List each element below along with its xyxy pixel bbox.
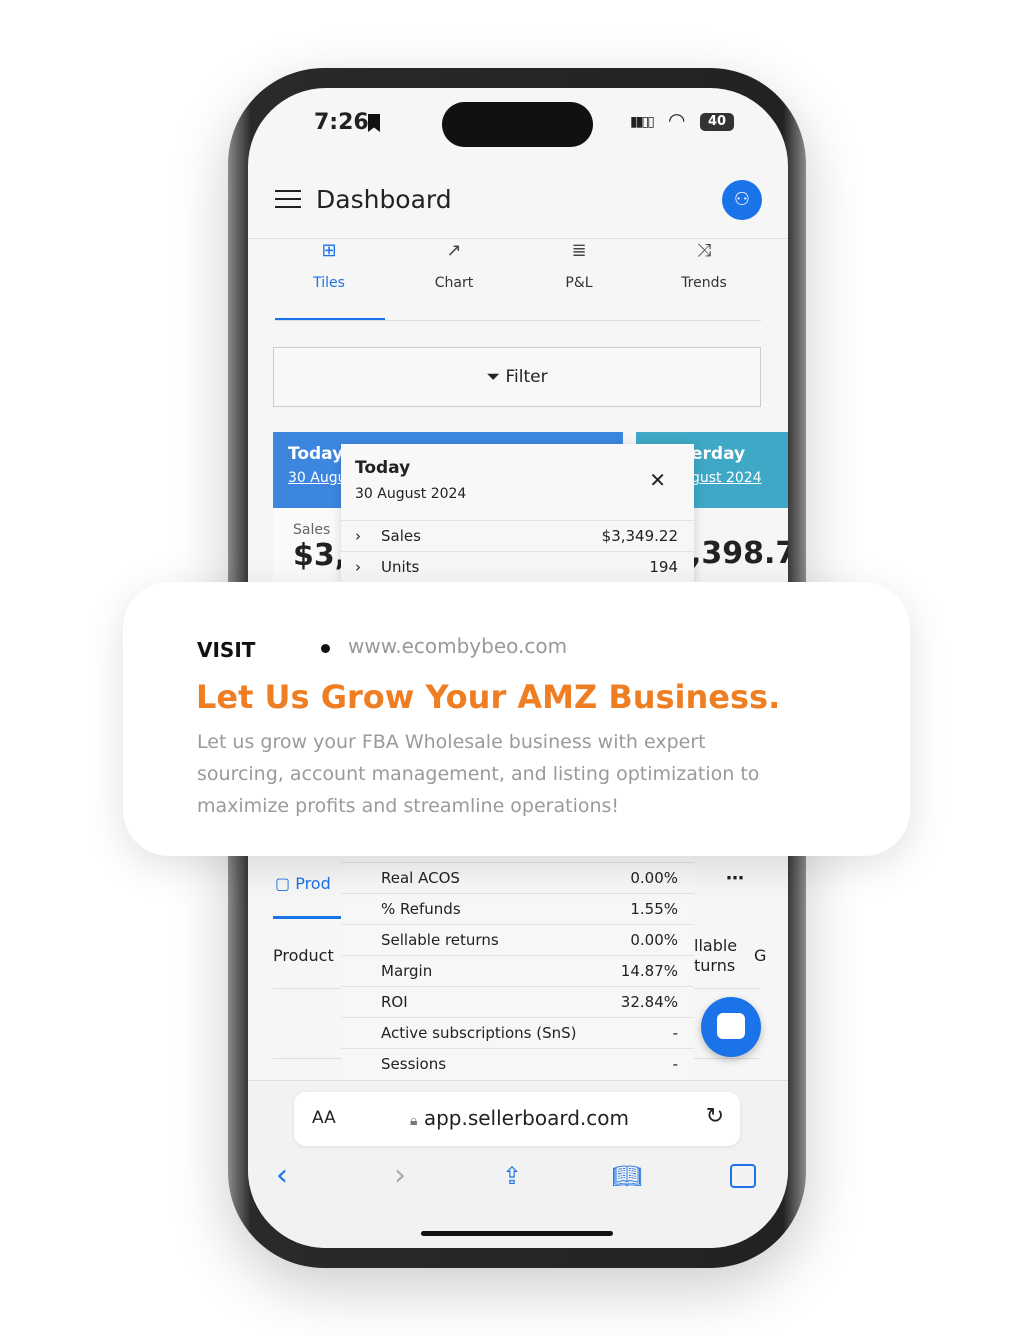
column-sellable-returns: llable turns <box>694 936 738 975</box>
bookmarks-icon[interactable]: 📖︎ <box>612 1162 642 1190</box>
user-avatar-button[interactable]: ⚇ <box>722 180 762 220</box>
row-label: ROI <box>381 993 408 1011</box>
chat-icon <box>717 1013 745 1039</box>
popup-row: Real ACOS 0.00% <box>341 862 694 893</box>
grid-icon: ⊞ <box>321 240 337 261</box>
popup-row: % Refunds 1.55% <box>341 893 694 924</box>
battery-icon: 40 <box>700 113 734 131</box>
more-icon[interactable]: ⋯ <box>726 868 744 889</box>
wifi-icon: ◠ <box>668 108 686 132</box>
website-link[interactable]: www.ecombybeo.com <box>348 634 567 658</box>
column-product: Product <box>273 946 334 965</box>
row-label: Real ACOS <box>381 869 460 887</box>
popup-row: ROI 32.84% <box>341 986 694 1017</box>
menu-icon[interactable] <box>275 190 301 208</box>
forward-icon[interactable]: › <box>394 1158 406 1193</box>
popup-row: Sellable returns 0.00% <box>341 924 694 955</box>
row-value: 1.55% <box>630 900 678 918</box>
row-label: Margin <box>381 962 433 980</box>
tab-trends[interactable]: ⤨ Trends <box>649 240 759 291</box>
lock-icon: 🔒︎ <box>410 1113 418 1129</box>
popup-row-sales[interactable]: › Sales $3,349.22 <box>341 520 694 551</box>
tab-pl[interactable]: ≣ P&L <box>524 240 634 291</box>
bullet-icon <box>321 644 330 653</box>
popup-row: Sessions - <box>341 1048 694 1079</box>
row-value: 14.87% <box>620 962 678 980</box>
promo-body: Let us grow your FBA Wholesale business … <box>197 731 760 817</box>
back-icon[interactable]: ‹ <box>276 1158 288 1193</box>
column-g: G <box>754 946 767 965</box>
promo-card: VISIT www.ecombybeo.com Let Us Grow Your… <box>123 582 910 856</box>
dynamic-island <box>442 102 593 147</box>
promo-headline: Let Us Grow Your AMZ Business. <box>196 678 781 716</box>
chat-button[interactable] <box>701 997 761 1057</box>
tabs-icon[interactable] <box>730 1164 756 1188</box>
row-value: - <box>672 1024 678 1042</box>
row-label: % Refunds <box>381 900 461 918</box>
address-bar[interactable]: AA 🔒︎ app.sellerboard.com ↻ <box>294 1092 740 1146</box>
row-value: 0.00% <box>630 869 678 887</box>
visit-label: VISIT <box>197 638 256 662</box>
list-icon: ≣ <box>571 240 587 261</box>
text-size-button[interactable]: AA <box>312 1108 336 1128</box>
reload-icon[interactable]: ↻ <box>706 1104 724 1129</box>
filter-icon: ⏷ <box>486 367 506 387</box>
bookmark-icon <box>368 114 380 132</box>
status-time: 7:26 <box>314 110 369 135</box>
close-icon[interactable]: ✕ <box>649 468 666 492</box>
filter-button[interactable]: ⏷ Filter <box>273 347 761 407</box>
shuffle-icon: ⤨ <box>696 240 712 261</box>
row-label: Sessions <box>381 1055 447 1073</box>
tab-chart[interactable]: ↗ Chart <box>399 240 509 291</box>
tab-products[interactable]: ▢ Prod <box>275 874 331 893</box>
url-text[interactable]: 🔒︎ app.sellerboard.com <box>410 1106 629 1130</box>
tab-tiles[interactable]: ⊞ Tiles <box>274 240 384 291</box>
page-title: Dashboard <box>316 185 452 214</box>
row-value: 0.00% <box>630 931 678 949</box>
popup-row: Active subscriptions (SnS) - <box>341 1017 694 1048</box>
home-indicator <box>421 1231 613 1236</box>
row-value: - <box>672 1055 678 1073</box>
clipboard-icon: ▢ <box>275 874 296 893</box>
signal-icon: ▮▮▯▯ <box>630 114 655 130</box>
trend-icon: ↗ <box>446 240 462 261</box>
popup-row: Margin 14.87% <box>341 955 694 986</box>
tile-yesterday-sales: ,398.76 <box>690 536 788 571</box>
row-label: Active subscriptions (SnS) <box>381 1024 577 1042</box>
share-icon[interactable]: ⇪ <box>502 1162 522 1190</box>
row-label: Sellable returns <box>381 931 499 949</box>
popup-row-units[interactable]: › Units 194 <box>341 551 694 582</box>
row-value: 32.84% <box>620 993 678 1011</box>
